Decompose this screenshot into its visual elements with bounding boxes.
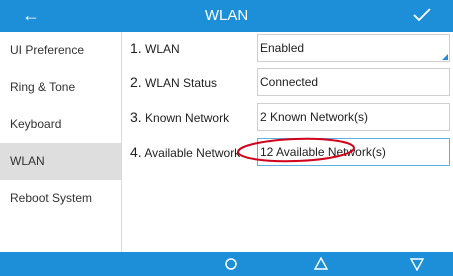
check-icon[interactable] [413,0,435,32]
setting-number: 2. [130,74,142,90]
home-circle-icon[interactable] [211,252,251,276]
setting-label-available-network: 4. Available Network [130,138,240,166]
red-highlight-ellipse [237,137,355,163]
sidebar: UI Preference Ring & Tone Keyboard WLAN … [0,32,122,252]
up-triangle-icon[interactable] [301,252,341,276]
sidebar-item-ui-preference[interactable]: UI Preference [0,32,121,69]
setting-name: WLAN [145,42,180,56]
setting-name: Known Network [145,111,230,125]
known-network-field[interactable]: 2 Known Network(s) [257,103,450,131]
setting-name: WLAN Status [145,76,218,90]
sidebar-item-keyboard[interactable]: Keyboard [0,106,121,143]
setting-label-wlan: 1. WLAN [130,34,180,62]
setting-label-known-network: 3. Known Network [130,103,229,131]
wlan-select[interactable]: Enabled [257,34,450,62]
sidebar-item-wlan[interactable]: WLAN [0,143,121,180]
sidebar-item-label: Ring & Tone [10,80,76,94]
sidebar-item-label: Reboot System [10,191,93,205]
wlan-status-field[interactable]: Connected [257,68,450,96]
sidebar-item-label: UI Preference [10,43,85,57]
known-network-value: 2 Known Network(s) [260,110,369,124]
setting-number: 1. [130,40,142,56]
sidebar-item-ring-tone[interactable]: Ring & Tone [0,69,121,106]
down-triangle-icon[interactable] [397,252,437,276]
settings-panel: 1. WLAN Enabled 2. WLAN Status Connected… [122,32,453,252]
sidebar-item-label: WLAN [10,154,45,168]
setting-number: 3. [130,109,142,125]
setting-name: Available Network [144,146,241,160]
setting-label-wlan-status: 2. WLAN Status [130,68,217,96]
wlan-select-value: Enabled [260,41,305,55]
sidebar-item-reboot-system[interactable]: Reboot System [0,180,121,217]
dropdown-corner-icon [442,54,448,60]
wlan-status-value: Connected [260,75,319,89]
softkey-bar [0,252,453,276]
sidebar-item-label: Keyboard [10,117,62,131]
setting-number: 4. [130,144,142,160]
page-title: WLAN [204,7,249,24]
title-bar: ← WLAN [0,0,453,32]
